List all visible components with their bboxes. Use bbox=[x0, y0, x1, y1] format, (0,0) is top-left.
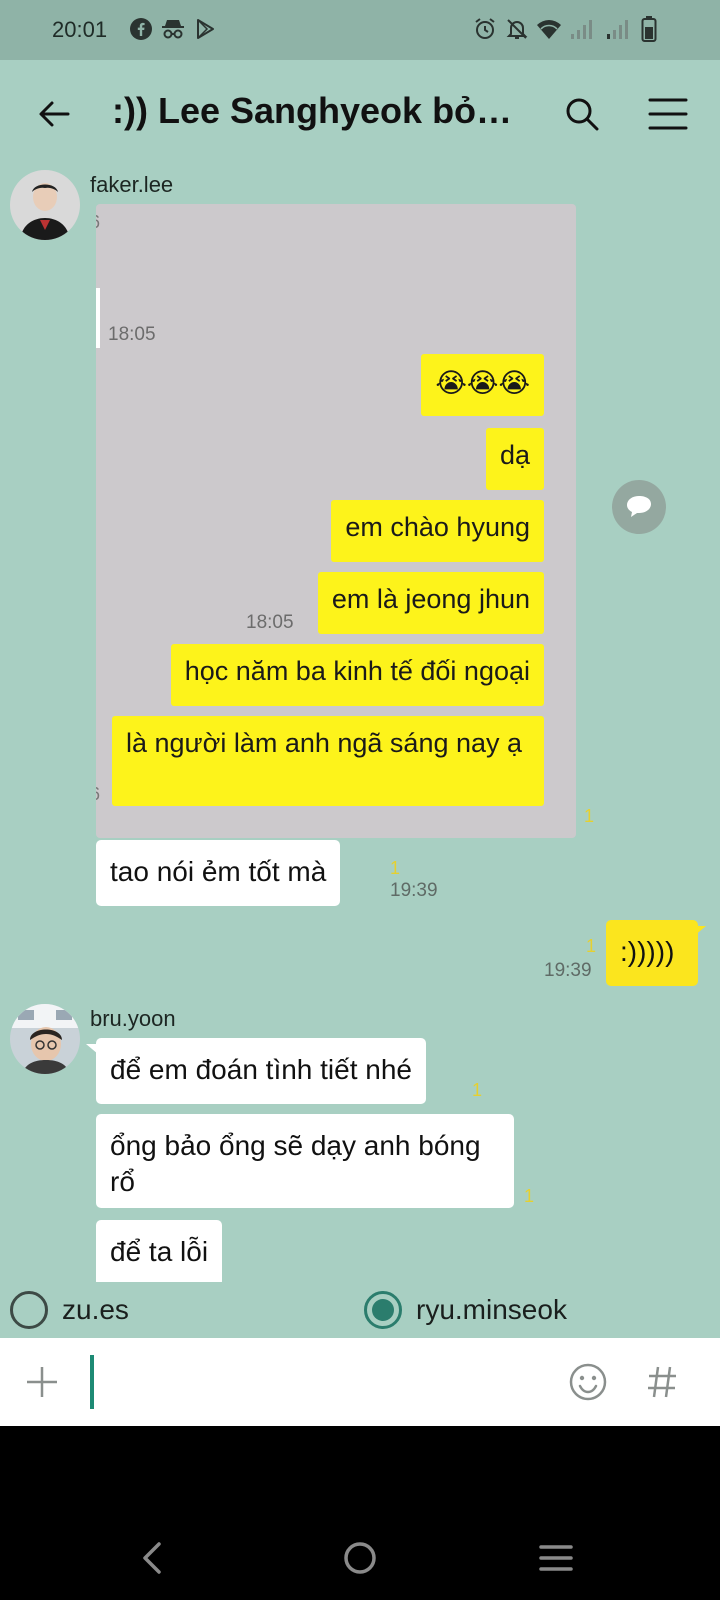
comment-button[interactable] bbox=[612, 480, 666, 534]
screenshot-bubble: em là jeong jhun bbox=[317, 572, 544, 634]
chevron-left-icon bbox=[143, 1542, 161, 1574]
screenshot-timestamp: 18:05 bbox=[108, 324, 156, 345]
hashtag-icon bbox=[648, 1366, 676, 1398]
shared-screenshot-image[interactable]: 6 18:05 😭😭😭 dạ em chào hyung em là jeong… bbox=[96, 204, 576, 838]
screenshot-timestamp: 18:05 bbox=[246, 612, 294, 633]
avatar-bru-yoon[interactable] bbox=[10, 1004, 80, 1074]
menu-button[interactable] bbox=[642, 88, 694, 140]
signal-icon bbox=[604, 16, 630, 42]
screenshot-bubble: là người làm anh ngã sáng nay ạ bbox=[112, 716, 544, 806]
chat-title[interactable]: :)) Lee Sanghyeok bỏ… bbox=[112, 90, 522, 132]
message-input[interactable] bbox=[98, 1356, 548, 1408]
attach-button[interactable] bbox=[16, 1356, 68, 1408]
play-store-icon bbox=[192, 16, 218, 42]
search-button[interactable] bbox=[556, 88, 608, 140]
message-bubble[interactable]: ổng bảo ổng sẽ dạy anh bóng rổ bbox=[96, 1114, 514, 1208]
sender-name: faker.lee bbox=[90, 172, 174, 197]
radio-button[interactable] bbox=[10, 1291, 48, 1329]
text-caret bbox=[90, 1355, 94, 1409]
screenshot-white-edge bbox=[96, 288, 100, 348]
smiley-icon bbox=[569, 1363, 607, 1401]
chat-messages[interactable]: faker.lee 6 18:05 😭😭😭 dạ em chào hyung e… bbox=[0, 168, 720, 1282]
mute-icon bbox=[504, 16, 530, 42]
unread-count: 1 bbox=[390, 858, 401, 878]
emoji-button[interactable] bbox=[562, 1356, 614, 1408]
radio-button-selected[interactable] bbox=[364, 1291, 402, 1329]
message-composer bbox=[0, 1338, 720, 1426]
unread-count: 1 bbox=[472, 1080, 483, 1100]
arrow-left-icon bbox=[39, 101, 70, 127]
nav-home-button[interactable] bbox=[332, 1530, 388, 1586]
hamburger-menu-icon bbox=[648, 98, 688, 130]
mention-options: zu.es ryu.minseok bbox=[0, 1282, 720, 1338]
unread-count: 1 bbox=[584, 806, 595, 826]
option-zu-es[interactable]: zu.es bbox=[10, 1290, 129, 1330]
my-message-bubble[interactable]: :))))) bbox=[606, 920, 698, 986]
option-label: ryu.minseok bbox=[416, 1294, 567, 1325]
nav-back-button[interactable] bbox=[124, 1530, 180, 1586]
speech-bubble-icon bbox=[627, 496, 651, 517]
avatar-faker-lee[interactable] bbox=[10, 170, 80, 240]
system-navigation-bar bbox=[0, 1426, 720, 1600]
screenshot-bubble: em chào hyung bbox=[331, 500, 544, 562]
screenshot-bubble: dạ bbox=[485, 428, 544, 490]
hashtag-button[interactable] bbox=[636, 1356, 688, 1408]
status-time: 20:01 bbox=[52, 17, 108, 42]
screenshot-emoji-bubble: 😭😭😭 bbox=[421, 354, 544, 416]
incognito-icon bbox=[160, 16, 186, 42]
recents-icon bbox=[539, 1545, 573, 1571]
screenshot-edge-text: 6 bbox=[96, 784, 100, 805]
sender-name: bru.yoon bbox=[90, 1006, 176, 1031]
status-bar: 20:01 bbox=[0, 0, 720, 60]
battery-icon bbox=[636, 16, 662, 42]
message-bubble[interactable]: tao nói ẻm tốt mà bbox=[96, 840, 341, 906]
plus-icon bbox=[27, 1367, 57, 1397]
screenshot-edge-text: 6 bbox=[96, 212, 100, 233]
screenshot-bubble: học năm ba kinh tế đối ngoại bbox=[170, 644, 544, 706]
unread-count: 1 bbox=[524, 1186, 535, 1206]
message-timestamp: 19:39 bbox=[390, 880, 438, 901]
search-icon bbox=[566, 98, 599, 131]
facebook-icon bbox=[128, 16, 154, 42]
option-label: zu.es bbox=[62, 1294, 129, 1325]
back-button[interactable] bbox=[28, 88, 80, 140]
wifi-icon bbox=[536, 16, 562, 42]
nav-recents-button[interactable] bbox=[528, 1530, 584, 1586]
message-bubble[interactable]: để ta lỗi bbox=[96, 1220, 223, 1282]
message-timestamp: 19:39 bbox=[544, 960, 592, 981]
unread-count: 1 bbox=[586, 936, 597, 956]
option-ryu-minseok[interactable]: ryu.minseok bbox=[364, 1290, 567, 1330]
home-circle-icon bbox=[344, 1542, 376, 1574]
signal-icon bbox=[568, 16, 594, 42]
alarm-icon bbox=[472, 16, 498, 42]
message-bubble[interactable]: để em đoán tình tiết nhé bbox=[96, 1038, 426, 1104]
chat-header: :)) Lee Sanghyeok bỏ… bbox=[0, 60, 720, 168]
